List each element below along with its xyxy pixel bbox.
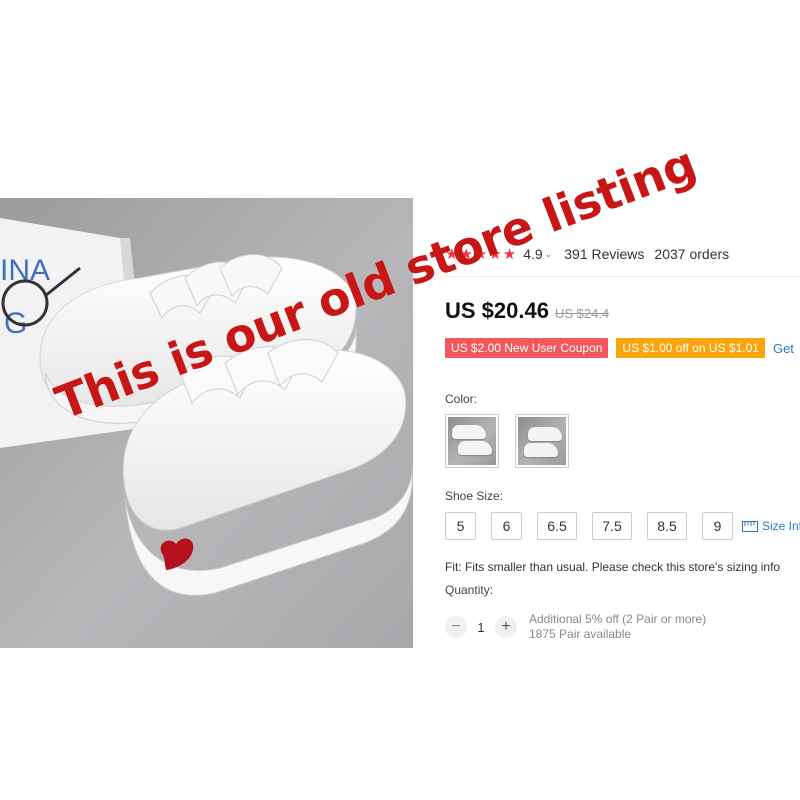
color-swatch-2[interactable]: [515, 414, 569, 468]
bulk-discount-note: Additional 5% off (2 Pair or more): [529, 612, 707, 626]
quantity-value[interactable]: 1: [467, 620, 495, 635]
swatch-thumbnail: [518, 417, 566, 465]
promo-row: US $2.00 New User Coupon US $1.00 off on…: [445, 338, 794, 358]
size-option-8-5[interactable]: 8.5: [647, 512, 687, 540]
quantity-notes: Additional 5% off (2 Pair or more) 1875 …: [529, 612, 706, 642]
color-swatch-1[interactable]: [445, 414, 499, 468]
decrease-quantity-button[interactable]: −: [445, 616, 467, 638]
color-label: Color:: [445, 392, 478, 406]
orders-count: 2037 orders: [654, 246, 730, 262]
size-option-7-5[interactable]: 7.5: [592, 512, 632, 540]
ruler-icon: [742, 520, 758, 532]
chevron-down-icon[interactable]: ⌄: [545, 249, 553, 260]
stock-availability: 1875 Pair available: [529, 627, 632, 641]
size-option-6-5[interactable]: 6.5: [537, 512, 577, 540]
size-option-9[interactable]: 9: [702, 512, 733, 540]
size-info-link[interactable]: Size Info: [742, 519, 800, 533]
divider: [445, 276, 800, 277]
new-user-coupon-badge[interactable]: US $2.00 New User Coupon: [445, 338, 609, 358]
increase-quantity-button[interactable]: +: [495, 616, 517, 638]
price-row: US $20.46 US $24.4: [445, 298, 609, 324]
size-option-5[interactable]: 5: [445, 512, 476, 540]
original-price: US $24.4: [554, 306, 610, 321]
shoe-size-label: Shoe Size:: [445, 489, 504, 503]
size-options: 5 6 6.5 7.5 8.5 9 Size Info: [445, 512, 800, 540]
store-discount-badge[interactable]: US $1.00 off on US $1.01: [616, 338, 765, 358]
swatch-thumbnail: [448, 417, 496, 465]
quantity-label: Quantity:: [445, 583, 494, 597]
product-info-panel: ★★★★★ 4.9 ⌄ 391 Reviews 2037 orders US $…: [445, 230, 800, 650]
size-option-6[interactable]: 6: [491, 512, 522, 540]
current-price: US $20.46: [445, 298, 549, 323]
size-info-label: Size Info: [762, 519, 800, 533]
color-swatches: [445, 414, 585, 468]
fit-note[interactable]: Fit: Fits smaller than usual. Please che…: [445, 560, 780, 574]
reviews-link[interactable]: 391 Reviews: [564, 246, 644, 262]
quantity-stepper: − 1 + Additional 5% off (2 Pair or more)…: [445, 612, 706, 642]
get-coupons-link[interactable]: Get: [773, 341, 794, 356]
